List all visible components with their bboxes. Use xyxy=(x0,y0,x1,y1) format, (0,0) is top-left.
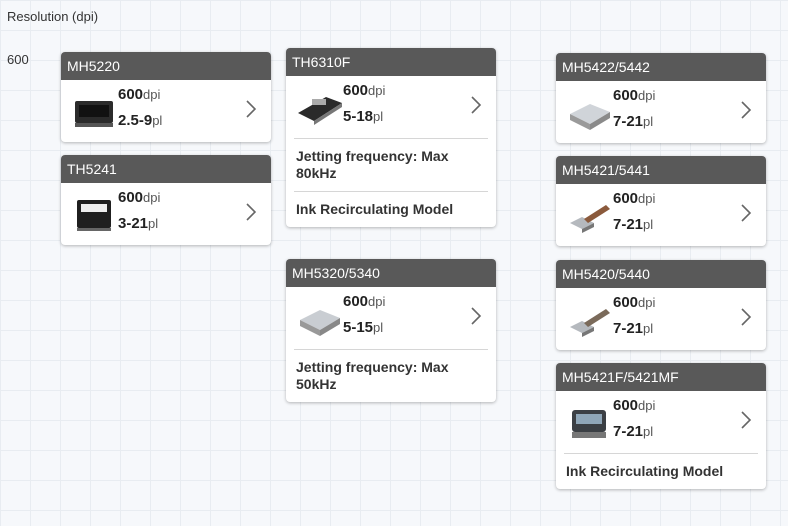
chevron-right-icon[interactable] xyxy=(740,306,752,328)
feature-ink-recirculating: Ink Recirculating Model xyxy=(564,453,758,489)
chevron-right-icon[interactable] xyxy=(740,409,752,431)
printhead-wide-icon xyxy=(298,97,342,125)
printhead-box-icon xyxy=(77,200,111,231)
drop-volume-spec: 2.5-9pl xyxy=(118,112,163,129)
chevron-right-icon[interactable] xyxy=(740,99,752,121)
product-card-mh5420[interactable]: MH5420/5440 600dpi 7-21pl xyxy=(556,260,766,350)
product-card-th6310f[interactable]: TH6310F 600dpi 5-18pl Jetting frequency:… xyxy=(286,48,496,227)
product-card-mh5421f[interactable]: MH5421F/5421MF 600dpi 7-21pl Ink Recircu… xyxy=(556,363,766,489)
card-title: MH5421F/5421MF xyxy=(556,363,766,391)
drop-volume-spec: 5-18pl xyxy=(343,108,384,125)
printhead-silver-icon xyxy=(570,104,610,130)
feature-jetting-frequency: Jetting frequency: Max 50kHz xyxy=(294,349,488,402)
product-card-mh5421[interactable]: MH5421/5441 600dpi 7-21pl xyxy=(556,156,766,246)
feature-jetting-frequency: Jetting frequency: Max 80kHz xyxy=(294,138,488,191)
chevron-right-icon[interactable] xyxy=(245,98,257,120)
resolution-spec: 600dpi xyxy=(613,397,656,414)
feature-ink-recirculating: Ink Recirculating Model xyxy=(294,191,488,227)
chevron-right-icon[interactable] xyxy=(740,202,752,224)
printhead-dark-icon xyxy=(572,410,606,438)
resolution-spec: 600dpi xyxy=(343,82,386,99)
drop-volume-spec: 7-21pl xyxy=(613,216,654,233)
card-title: MH5220 xyxy=(61,52,271,80)
resolution-spec: 600dpi xyxy=(118,189,161,206)
card-title: MH5320/5340 xyxy=(286,259,496,287)
drop-volume-spec: 5-15pl xyxy=(343,319,384,336)
card-title: MH5420/5440 xyxy=(556,260,766,288)
printhead-black-icon xyxy=(75,101,113,127)
product-card-th5241[interactable]: TH5241 600dpi 3-21pl xyxy=(61,155,271,245)
axis-title: Resolution (dpi) xyxy=(7,9,99,24)
row-label-600: 600 xyxy=(7,52,29,67)
chevron-right-icon[interactable] xyxy=(470,94,482,116)
drop-volume-spec: 7-21pl xyxy=(613,320,654,337)
chevron-right-icon[interactable] xyxy=(470,305,482,327)
resolution-spec: 600dpi xyxy=(613,87,656,104)
resolution-spec: 600dpi xyxy=(343,293,386,310)
printhead-silver-icon xyxy=(300,310,340,336)
card-title: TH5241 xyxy=(61,155,271,183)
resolution-spec: 600dpi xyxy=(613,294,656,311)
card-title: MH5421/5441 xyxy=(556,156,766,184)
product-card-mh5422[interactable]: MH5422/5442 600dpi 7-21pl xyxy=(556,53,766,143)
card-title: TH6310F xyxy=(286,48,496,76)
product-card-mh5320[interactable]: MH5320/5340 600dpi 5-15pl Jetting freque… xyxy=(286,259,496,402)
card-title: MH5422/5442 xyxy=(556,53,766,81)
product-card-mh5220[interactable]: MH5220 600dpi 2.5-9pl xyxy=(61,52,271,142)
drop-volume-spec: 7-21pl xyxy=(613,113,654,130)
chevron-right-icon[interactable] xyxy=(245,201,257,223)
drop-volume-spec: 7-21pl xyxy=(613,423,654,440)
resolution-spec: 600dpi xyxy=(118,86,161,103)
printhead-cable-icon xyxy=(570,205,610,233)
printhead-cable-icon xyxy=(570,309,610,337)
drop-volume-spec: 3-21pl xyxy=(118,215,159,232)
resolution-spec: 600dpi xyxy=(613,190,656,207)
